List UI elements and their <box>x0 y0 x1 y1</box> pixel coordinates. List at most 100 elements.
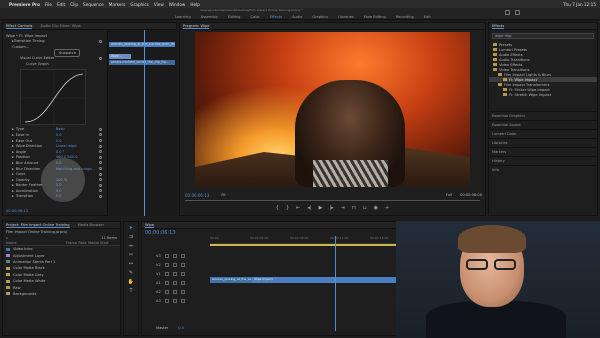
menu-view[interactable]: View <box>154 2 164 7</box>
workspace-recording[interactable]: Recording <box>396 15 414 19</box>
timeline-track[interactable]: A3 <box>142 297 400 305</box>
menu-graphics[interactable]: Graphics <box>130 2 149 7</box>
timeline-panel: Wipe 00:00:06:13 00:00 00:00:04:00 00:00… <box>141 221 401 336</box>
workspace-graphics[interactable]: Graphics <box>312 15 328 19</box>
presenter-glasses <box>466 259 518 271</box>
effects-search-input[interactable]: wipe imp <box>492 33 594 39</box>
effect-controls-timeline[interactable]: woman_looking_at_the_sunrise_over_the_hi… <box>107 30 177 216</box>
window-title: /Users/jordanhammond/Desktop/Film Impact… <box>200 8 303 12</box>
search-icon[interactable]: ⌕ <box>6 236 8 240</box>
type-icon[interactable]: T <box>127 288 135 294</box>
curve-graph-label: Curve Graph <box>26 61 49 66</box>
program-timecode[interactable]: 00:00:06:13 <box>185 193 209 198</box>
workspace-libraries[interactable]: Libraries <box>338 15 354 19</box>
poncho-pattern <box>313 160 388 187</box>
timeline-clip-wipe[interactable]: Wipe Impact <box>252 277 400 283</box>
list-item[interactable]: Backgrounds <box>3 291 120 297</box>
track-select-icon[interactable]: ⇉ <box>127 234 135 240</box>
effects-tree-item[interactable]: FI: Stretch Wipe Impact <box>489 92 597 97</box>
menu-window[interactable]: Window <box>169 2 186 7</box>
overwrite-icon[interactable]: ⊔ <box>363 205 367 211</box>
tab-effect-controls[interactable]: Effect Controls <box>6 24 33 29</box>
mark-in-icon[interactable]: { <box>276 205 279 211</box>
ruler-tick: 00:00:12:00 <box>330 236 349 240</box>
go-to-in-icon[interactable]: ⇤ <box>296 205 300 211</box>
panel-section[interactable]: Lumetri Color <box>489 129 597 138</box>
zoom-select[interactable]: Fit <box>221 193 225 197</box>
selection-tool-icon[interactable]: ➤ <box>127 225 135 231</box>
menu-markers[interactable]: Markers <box>109 2 126 7</box>
slip-icon[interactable]: ↔ <box>127 261 135 267</box>
tab-effects[interactable]: Effects <box>492 24 505 29</box>
step-forward-icon[interactable]: |▸ <box>329 205 333 211</box>
hand-icon[interactable]: ✋ <box>127 279 135 285</box>
step-back-icon[interactable]: ◂| <box>307 205 311 211</box>
workspace-bar: /Users/jordanhammond/Desktop/Film Impact… <box>0 8 600 20</box>
workspace-edit[interactable]: Edit <box>424 15 431 19</box>
ripple-edit-icon[interactable]: ⟛ <box>127 243 135 249</box>
workspace-audio[interactable]: Audio <box>292 15 302 19</box>
export-frame-icon[interactable]: ◉ <box>374 205 378 211</box>
col-media-start[interactable]: Media Start <box>88 241 109 245</box>
workspace-effects[interactable]: Effects <box>270 15 282 19</box>
panel-section[interactable]: Libraries <box>489 138 597 147</box>
curve-graph[interactable] <box>20 68 87 126</box>
ruler-tick: 00:00:04:00 <box>250 236 269 240</box>
timeline-track[interactable]: V2 <box>142 261 400 269</box>
timeline-timecode[interactable]: 00:00:06:13 <box>145 230 176 236</box>
ruler-tick: 00:00 <box>210 236 219 240</box>
panel-section[interactable]: Info <box>489 165 597 174</box>
workspace-learning[interactable]: Learning <box>175 15 191 19</box>
go-to-out-icon[interactable]: ⇥ <box>341 205 345 211</box>
panel-section[interactable]: Markers <box>489 147 597 156</box>
panel-section[interactable]: Essential Graphics <box>489 111 597 120</box>
menu-edit[interactable]: Edit <box>57 2 65 7</box>
workspace-assembly[interactable]: Assembly <box>201 15 218 19</box>
ec-clip-bar-2[interactable]: pexels-michael_lorner_the_clip_fro... <box>109 60 175 65</box>
ec-transition-bar[interactable]: Wipe... <box>109 54 131 59</box>
timeline-playhead[interactable] <box>335 236 336 331</box>
razor-icon[interactable]: ✂ <box>127 252 135 258</box>
menu-help[interactable]: Help <box>190 2 200 7</box>
timeline-track[interactable]: A2 <box>142 288 400 296</box>
cursor-highlight <box>41 158 85 202</box>
insert-icon[interactable]: ⊓ <box>352 205 356 211</box>
menu-sequence[interactable]: Sequence <box>83 2 104 7</box>
tab-media-browser[interactable]: Media Browser <box>78 223 105 227</box>
tab-project[interactable]: Project: Film Impact Online Training <box>6 223 70 228</box>
workspace-editing[interactable]: Editing <box>228 15 241 19</box>
effect-controls-panel: Effect Controls Audio Clip Mixer: Wipe W… <box>2 22 177 216</box>
master-value[interactable]: 0.0 <box>178 326 184 330</box>
ec-timecode[interactable]: 00:00:06:13 <box>6 209 28 213</box>
menu-clip[interactable]: Clip <box>70 2 78 7</box>
work-area-bar[interactable] <box>210 244 400 246</box>
ec-playhead[interactable] <box>144 30 145 216</box>
mark-out-icon[interactable]: } <box>286 205 289 211</box>
col-frame-rate[interactable]: Frame Rate <box>66 241 88 245</box>
program-video-frame[interactable] <box>195 32 470 187</box>
timeline-track[interactable]: V3 <box>142 252 400 260</box>
settings-icon[interactable]: + <box>385 205 389 211</box>
tab-sequence-wipe[interactable]: Wipe <box>145 223 154 228</box>
ec-clip-bar[interactable]: woman_looking_at_the_sunrise_over_the_hi <box>109 42 175 47</box>
tab-program[interactable]: Program: Wipe <box>183 24 210 29</box>
workspace-color[interactable]: Color <box>250 15 259 19</box>
program-scrubber[interactable] <box>185 200 480 201</box>
time-ruler[interactable]: 00:00 00:00:04:00 00:00:08:00 00:00:12:0… <box>210 236 400 244</box>
project-panel: Project: Film Impact Online Training Med… <box>2 221 121 336</box>
quick-export-icon[interactable] <box>505 10 510 15</box>
presenter-hair <box>458 225 526 253</box>
workspace-fade-editing[interactable]: Fade Editing <box>364 15 386 19</box>
menu-file[interactable]: File <box>45 2 52 7</box>
subpatch-button[interactable]: Subpatch <box>54 48 80 57</box>
play-icon[interactable]: ▶ <box>319 205 323 211</box>
panel-section[interactable]: Essential Sound <box>489 120 597 129</box>
fullscreen-icon[interactable] <box>515 10 520 15</box>
tab-audio-clip-mixer[interactable]: Audio Clip Mixer: Wipe <box>40 24 80 28</box>
timeline-clip[interactable]: woman_looking_at_the_su... <box>210 277 252 283</box>
pen-icon[interactable]: ✎ <box>127 270 135 276</box>
resolution-select[interactable]: Full <box>446 193 452 197</box>
col-name[interactable]: Name <box>6 241 66 245</box>
app-name[interactable]: Premiere Pro <box>9 2 40 7</box>
panel-section[interactable]: History <box>489 156 597 165</box>
